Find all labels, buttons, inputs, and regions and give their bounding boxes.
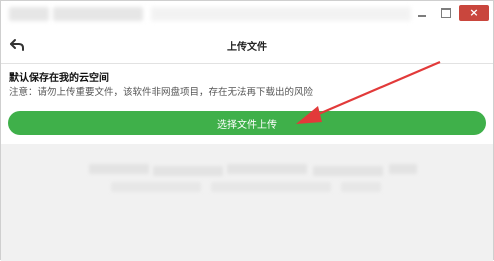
blurred-text [313, 166, 383, 176]
page-header: 上传文件 [1, 29, 493, 64]
close-button[interactable]: × [459, 5, 489, 21]
warning-notice: 注意：请勿上传重要文件，该软件非网盘项目，存在无法再下载出的风险 [9, 87, 314, 98]
blurred-text [111, 182, 201, 192]
upload-panel: 默认保存在我的云空间 注意：请勿上传重要文件，该软件非网盘项目，存在无法再下载出… [1, 64, 493, 144]
blurred-text [211, 182, 331, 192]
app-window: × 上传文件 默认保存在我的云空间 注意：请勿上传重要文件，该软件非网盘项目，存… [0, 0, 494, 261]
minimize-icon [418, 15, 426, 17]
storage-heading: 默认保存在我的云空间 [9, 73, 109, 84]
title-bar: × [1, 1, 493, 29]
upload-button-label: 选择文件上传 [217, 119, 277, 131]
maximize-button[interactable] [435, 5, 457, 21]
minimize-button[interactable] [411, 5, 433, 21]
blurred-title-area [53, 7, 143, 21]
blurred-text [341, 182, 381, 192]
page-title: 上传文件 [227, 42, 267, 53]
close-icon: × [469, 6, 479, 19]
blurred-text [153, 166, 223, 176]
blurred-text [89, 164, 149, 174]
blurred-text [227, 164, 307, 174]
window-controls: × [411, 5, 489, 21]
blurred-title-area [9, 7, 49, 21]
blurred-content-area [1, 144, 493, 261]
blurred-title-area [151, 7, 411, 21]
blurred-text [389, 164, 417, 174]
choose-file-upload-button[interactable]: 选择文件上传 [8, 111, 486, 135]
maximize-icon [441, 8, 451, 18]
